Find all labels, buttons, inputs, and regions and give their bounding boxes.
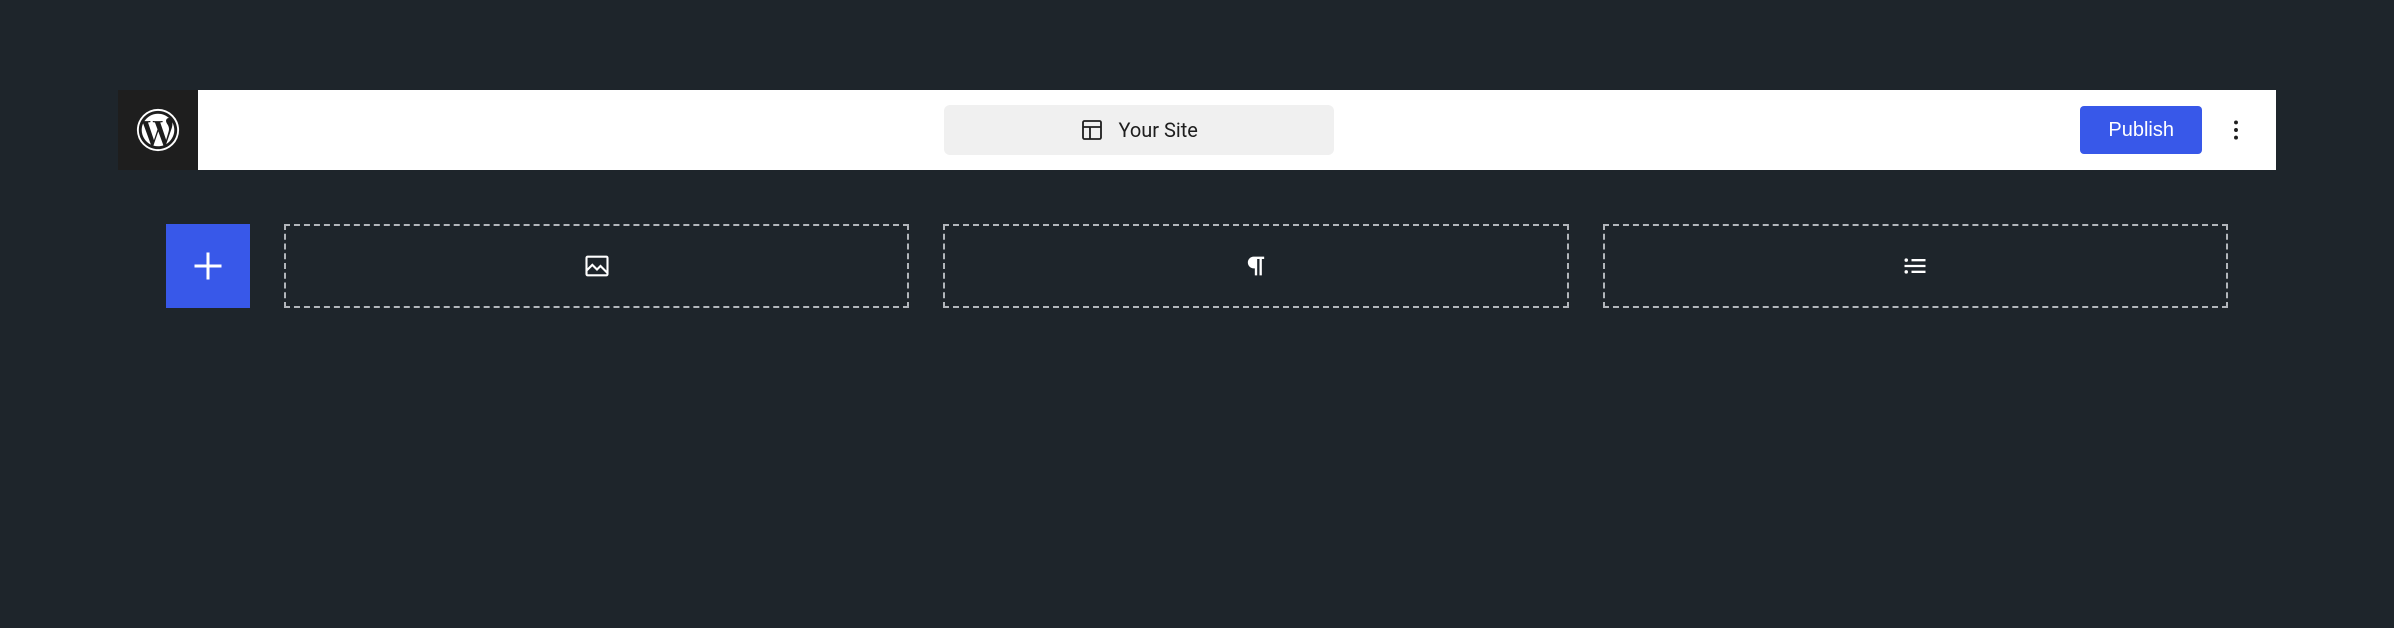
site-label: Your Site bbox=[1118, 118, 1197, 142]
editor-window: Your Site Publish bbox=[118, 90, 2276, 628]
plus-icon bbox=[190, 248, 226, 284]
more-vertical-icon bbox=[2223, 117, 2249, 143]
image-icon bbox=[583, 252, 611, 280]
toolbar-center: Your Site bbox=[198, 90, 2080, 170]
publish-button[interactable]: Publish bbox=[2080, 106, 2202, 154]
wordpress-logo-button[interactable] bbox=[118, 90, 198, 170]
editor-toolbar: Your Site Publish bbox=[118, 90, 2276, 170]
image-block-placeholder[interactable] bbox=[284, 224, 909, 308]
list-block-placeholder[interactable] bbox=[1603, 224, 2228, 308]
paragraph-icon bbox=[1242, 252, 1270, 280]
toolbar-right: Publish bbox=[2080, 90, 2276, 170]
paragraph-block-placeholder[interactable] bbox=[943, 224, 1568, 308]
site-selector-button[interactable]: Your Site bbox=[944, 105, 1334, 155]
wordpress-logo-icon bbox=[135, 107, 181, 153]
add-block-button[interactable] bbox=[166, 224, 250, 308]
more-options-button[interactable] bbox=[2218, 106, 2254, 154]
publish-label: Publish bbox=[2108, 119, 2174, 142]
list-icon bbox=[1901, 252, 1929, 280]
layout-icon bbox=[1080, 118, 1104, 142]
editor-canvas bbox=[118, 170, 2276, 308]
